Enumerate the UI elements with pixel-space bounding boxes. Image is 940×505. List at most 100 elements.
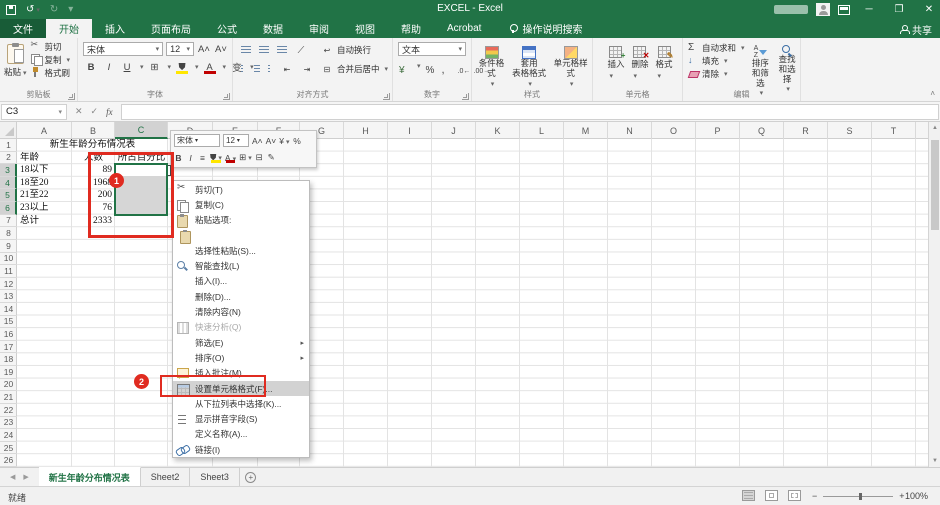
conditional-formatting-button[interactable]: 条件格式▾ — [476, 42, 507, 89]
tab-数据[interactable]: 数据 — [250, 19, 296, 38]
page-layout-view-icon[interactable] — [765, 490, 778, 501]
decrease-indent-icon[interactable]: ⇤ — [280, 62, 294, 76]
row-header-16[interactable]: 16 — [0, 328, 17, 341]
new-sheet-button[interactable]: + — [240, 468, 262, 486]
format-painter-button[interactable]: 格式刷 — [31, 66, 71, 79]
tab-Acrobat[interactable]: Acrobat — [434, 19, 494, 38]
row-header-6[interactable]: 6 — [0, 202, 17, 215]
decrease-font-icon[interactable]: A˅ — [214, 42, 228, 56]
row-header-22[interactable]: 22 — [0, 404, 17, 417]
context-menu-item-insert[interactable]: 插入(I)... — [173, 274, 309, 289]
mini-accounting-icon[interactable]: ¥▾ — [279, 136, 289, 146]
column-header-H[interactable]: H — [344, 122, 388, 139]
row-header-1[interactable]: 1 — [0, 139, 17, 152]
zoom-out-icon[interactable]: − — [812, 491, 817, 501]
column-header-I[interactable]: I — [388, 122, 432, 139]
orientation-icon[interactable]: ⟋ — [294, 43, 308, 57]
wrap-text-button[interactable]: ↩自动换行 — [320, 44, 371, 57]
row-header-8[interactable]: 8 — [0, 227, 17, 240]
clear-button[interactable]: 清除▾ — [688, 67, 745, 80]
column-header-B[interactable]: B — [72, 122, 115, 139]
context-menu-item-sort[interactable]: 排序(O)▸ — [173, 350, 309, 365]
clipboard-dialog-launcher[interactable] — [68, 93, 75, 100]
paste-button[interactable]: 粘贴▾ — [4, 40, 27, 79]
column-header-N[interactable]: N — [608, 122, 652, 139]
scroll-down-icon[interactable]: ▼ — [929, 455, 940, 467]
sheet-tab-Sheet2[interactable]: Sheet2 — [141, 468, 191, 486]
cell-area[interactable]: 新生年龄分布情况表年龄人数所占百分比18以下8918至20196821至2220… — [17, 139, 928, 467]
zoom-slider[interactable] — [823, 496, 893, 497]
sheet-tab-Sheet3[interactable]: Sheet3 — [190, 468, 240, 486]
percent-style-icon[interactable] — [426, 60, 437, 71]
tab-file[interactable]: 文件 — [0, 19, 46, 38]
row-header-19[interactable]: 19 — [0, 366, 17, 379]
tab-home[interactable]: 开始 — [46, 19, 92, 38]
align-center-icon[interactable] — [253, 64, 260, 74]
font-color-button[interactable]: A — [203, 60, 217, 74]
italic-button[interactable]: I — [102, 60, 116, 74]
select-all-corner[interactable] — [0, 122, 17, 139]
font-name-combo[interactable]: 宋体▾ — [83, 42, 163, 56]
align-middle-icon[interactable] — [258, 45, 270, 55]
sheet-tab-active[interactable]: 新生年龄分布情况表 — [39, 467, 141, 486]
zoom-in-icon[interactable]: + — [899, 491, 904, 501]
row-header-12[interactable]: 12 — [0, 278, 17, 291]
column-header-Q[interactable]: Q — [740, 122, 784, 139]
underline-button[interactable]: U — [120, 60, 134, 74]
align-top-icon[interactable] — [240, 45, 252, 55]
context-menu-item-define-name[interactable]: 定义名称(A)... — [173, 427, 309, 442]
align-left-icon[interactable] — [240, 64, 247, 74]
column-header-P[interactable]: P — [696, 122, 740, 139]
context-menu-item-show-phonetic[interactable]: 显示拼音字段(S) — [173, 411, 309, 426]
row-header-20[interactable]: 20 — [0, 379, 17, 392]
share-button[interactable]: 共享 — [900, 22, 932, 37]
autosum-button[interactable]: 自动求和▾ — [688, 41, 745, 54]
tab-页面布局[interactable]: 页面布局 — [138, 19, 204, 38]
column-header-C[interactable]: C — [115, 122, 168, 139]
row-header-18[interactable]: 18 — [0, 353, 17, 366]
row-header-4[interactable]: 4 — [0, 177, 17, 190]
collapse-ribbon-icon[interactable]: ˄ — [930, 89, 935, 98]
number-format-combo[interactable]: 文本▾ — [398, 42, 466, 56]
mini-decrease-font-icon[interactable]: A˅ — [266, 136, 277, 146]
column-header-J[interactable]: J — [432, 122, 476, 139]
mini-merge-icon[interactable]: ⊟ — [255, 152, 264, 163]
mini-borders-icon[interactable]: ⊞▾ — [239, 152, 252, 163]
context-menu-item-filter[interactable]: 筛选(E)▸ — [173, 335, 309, 350]
tab-公式[interactable]: 公式 — [204, 19, 250, 38]
row-header-14[interactable]: 14 — [0, 303, 17, 316]
increase-indent-icon[interactable]: ⇥ — [300, 62, 314, 76]
column-header-O[interactable]: O — [652, 122, 696, 139]
delete-cells-button[interactable]: ✕ 删除▾ — [631, 42, 648, 80]
increase-font-icon[interactable]: A˄ — [197, 42, 211, 56]
align-right-icon[interactable] — [267, 64, 274, 74]
format-as-table-button[interactable]: 套用 表格格式▾ — [511, 42, 547, 89]
column-header-S[interactable]: S — [828, 122, 872, 139]
row-header-7[interactable]: 7 — [0, 215, 17, 228]
bold-button[interactable]: B — [84, 60, 98, 74]
accounting-format-icon[interactable] — [399, 60, 410, 71]
context-menu-item-paste-option-button[interactable] — [173, 228, 309, 243]
borders-button[interactable]: ⊞ — [148, 60, 162, 74]
mini-fill-color-icon[interactable]: ⛊▾ — [210, 152, 222, 163]
number-dialog-launcher[interactable] — [462, 93, 469, 100]
ribbon-display-options-icon[interactable] — [838, 5, 850, 15]
column-header-K[interactable]: K — [476, 122, 520, 139]
alignment-dialog-launcher[interactable] — [383, 93, 390, 100]
tab-审阅[interactable]: 审阅 — [296, 19, 342, 38]
row-header-25[interactable]: 25 — [0, 442, 17, 455]
insert-cells-button[interactable]: + 插入▾ — [607, 42, 624, 80]
mini-font-combo[interactable]: 宋体▾ — [174, 134, 220, 147]
formula-input[interactable] — [121, 104, 939, 120]
column-header-L[interactable]: L — [520, 122, 564, 139]
scroll-up-icon[interactable]: ▲ — [929, 122, 940, 134]
mini-font-color-icon[interactable]: A▾ — [225, 153, 236, 163]
row-header-3[interactable]: 3 — [0, 164, 17, 177]
row-header-17[interactable]: 17 — [0, 341, 17, 354]
context-menu-item-paste-special[interactable]: 选择性粘贴(S)... — [173, 243, 309, 258]
cut-button[interactable]: 剪切 — [31, 40, 71, 53]
comma-style-icon[interactable] — [442, 60, 453, 71]
context-menu-item-format-cells[interactable]: 设置单元格格式(F)... — [173, 381, 309, 396]
cell-styles-button[interactable]: 单元格样式▾ — [551, 42, 590, 89]
row-header-10[interactable]: 10 — [0, 253, 17, 266]
